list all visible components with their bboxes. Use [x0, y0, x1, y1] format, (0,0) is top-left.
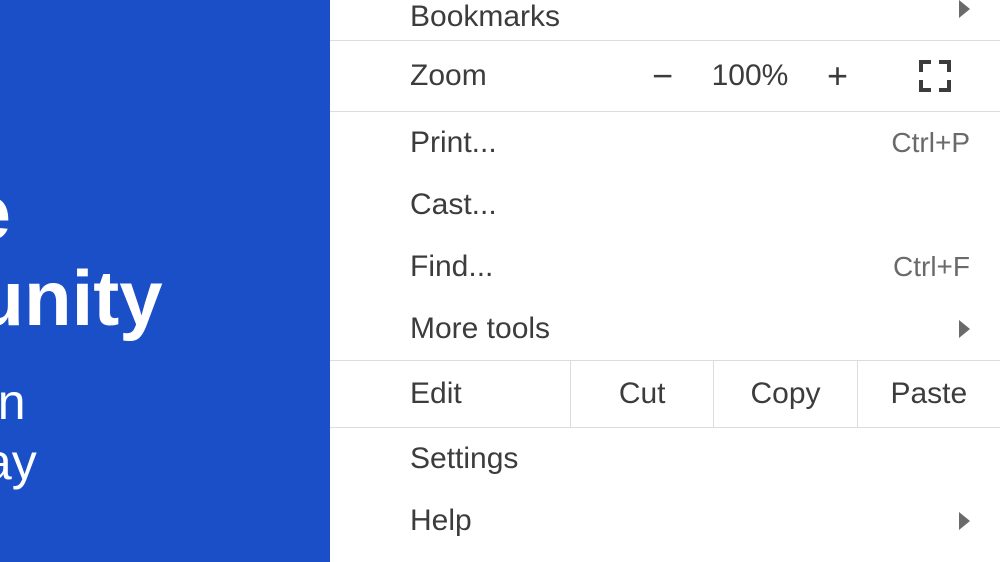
settings-label: Settings — [410, 442, 970, 476]
more-tools-label: More tools — [410, 312, 959, 346]
zoom-out-button[interactable]: − — [630, 55, 695, 97]
fullscreen-icon — [919, 60, 951, 92]
page-heading-line1: he — [0, 170, 163, 256]
zoom-label: Zoom — [330, 59, 630, 93]
print-shortcut: Ctrl+P — [891, 127, 970, 159]
browser-menu: Bookmarks Zoom − 100% + Print... Ctrl+P … — [330, 0, 1000, 562]
find-shortcut: Ctrl+F — [893, 251, 970, 283]
menu-item-cast[interactable]: Cast... — [330, 174, 1000, 236]
cast-label: Cast... — [410, 188, 970, 222]
menu-item-help[interactable]: Help — [330, 490, 1000, 552]
menu-item-edit: Edit Cut Copy Paste — [330, 360, 1000, 428]
page-sub-line1: sson — [0, 372, 163, 432]
chevron-right-icon — [959, 512, 970, 530]
zoom-percent: 100% — [695, 59, 805, 93]
menu-item-settings[interactable]: Settings — [330, 428, 1000, 490]
menu-item-zoom: Zoom − 100% + — [330, 40, 1000, 112]
menu-item-more-tools[interactable]: More tools — [330, 298, 1000, 360]
menu-item-find[interactable]: Find... Ctrl+F — [330, 236, 1000, 298]
menu-item-print[interactable]: Print... Ctrl+P — [330, 112, 1000, 174]
help-label: Help — [410, 504, 959, 538]
bookmarks-label: Bookmarks — [410, 0, 959, 34]
print-label: Print... — [410, 126, 891, 160]
cut-button[interactable]: Cut — [570, 361, 713, 427]
zoom-in-button[interactable]: + — [805, 55, 870, 97]
fullscreen-button[interactable] — [870, 60, 1000, 92]
edit-label: Edit — [330, 377, 570, 411]
chevron-right-icon — [959, 320, 970, 338]
copy-button[interactable]: Copy — [713, 361, 856, 427]
page-sub-line2: eway — [0, 432, 163, 492]
chevron-right-icon — [959, 0, 970, 18]
find-label: Find... — [410, 250, 893, 284]
page-heading-block: he rtunity sson eway — [0, 170, 163, 492]
page-heading-line2: rtunity — [0, 256, 163, 342]
menu-item-bookmarks[interactable]: Bookmarks — [330, 0, 1000, 40]
page-background: he rtunity sson eway — [0, 0, 330, 562]
paste-button[interactable]: Paste — [857, 361, 1000, 427]
